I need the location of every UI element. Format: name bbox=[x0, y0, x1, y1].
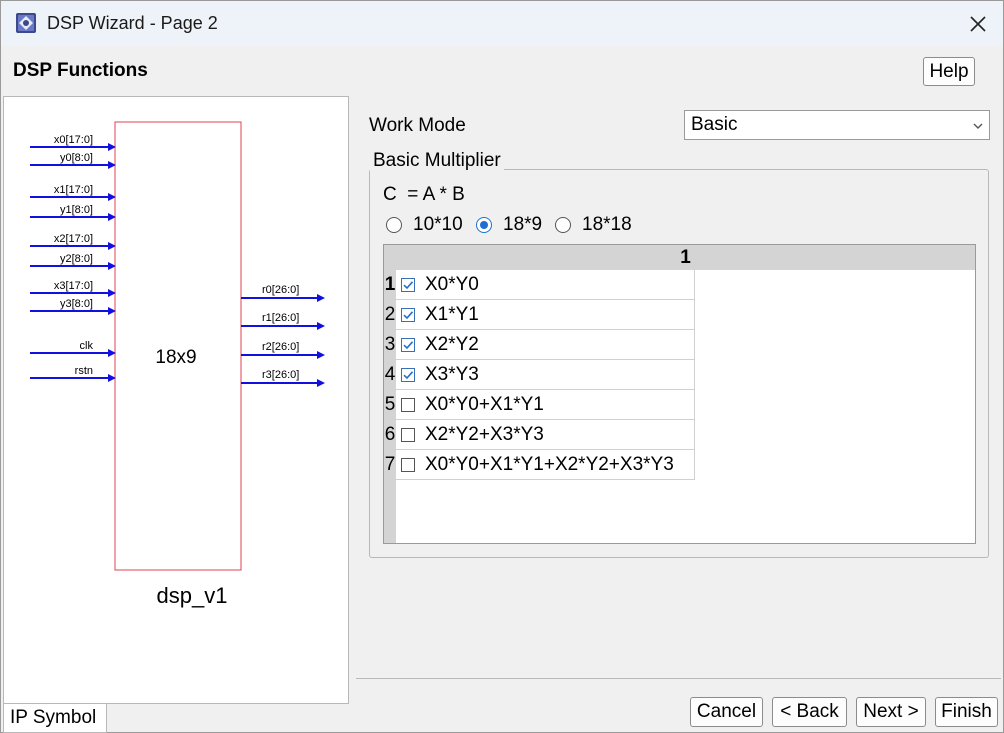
basic-multiplier-legend: Basic Multiplier bbox=[370, 150, 504, 172]
input-pin-label: y2[8:0] bbox=[60, 253, 93, 265]
function-row[interactable]: X3*Y3 bbox=[396, 360, 695, 390]
close-icon bbox=[970, 16, 986, 32]
input-pin-label: x1[17:0] bbox=[54, 184, 93, 196]
radio-18x9[interactable] bbox=[476, 217, 492, 233]
function-label: X2*Y2+X3*Y3 bbox=[425, 424, 544, 445]
radio-18x18-label: 18*18 bbox=[582, 214, 632, 235]
checkmark-icon bbox=[403, 341, 414, 350]
function-label: X3*Y3 bbox=[425, 364, 479, 385]
ip-symbol-diagram: 18x9 dsp_v1 x0[17:0] y0[8:0] x1[17:0] y1[8:… bbox=[30, 121, 325, 608]
ip-symbol-panel: 18x9 dsp_v1 x0[17:0] y0[8:0] x1[17:0] y1[8:… bbox=[3, 96, 349, 704]
input-pin-label: y3[8:0] bbox=[60, 298, 93, 310]
next-button[interactable]: Next > bbox=[856, 697, 926, 727]
row-number: 4 bbox=[384, 364, 396, 385]
dsp-block bbox=[114, 121, 242, 571]
function-row[interactable]: X1*Y1 bbox=[396, 300, 695, 330]
output-pin-arrow bbox=[317, 322, 325, 330]
work-mode-value: Basic bbox=[691, 114, 738, 135]
function-checkbox[interactable] bbox=[401, 308, 415, 322]
footer-separator bbox=[356, 678, 1001, 679]
function-row[interactable]: X0*Y0+X1*Y1 bbox=[396, 390, 695, 420]
output-pin-label: r1[26:0] bbox=[262, 312, 299, 324]
radio-10x10[interactable] bbox=[386, 217, 402, 233]
output-pin-label: r0[26:0] bbox=[262, 284, 299, 296]
row-number: 7 bbox=[384, 454, 396, 475]
checkmark-icon bbox=[403, 371, 414, 380]
function-row[interactable]: X2*Y2+X3*Y3 bbox=[396, 420, 695, 450]
input-pin-label: y0[8:0] bbox=[60, 152, 93, 164]
checkmark-icon bbox=[403, 311, 414, 320]
function-checkbox[interactable] bbox=[401, 278, 415, 292]
chevron-down-icon bbox=[973, 123, 983, 129]
function-label: X1*Y1 bbox=[425, 304, 479, 325]
row-number: 6 bbox=[384, 424, 396, 445]
row-number: 1 bbox=[384, 274, 396, 295]
radio-18x18[interactable] bbox=[555, 217, 571, 233]
function-checkbox[interactable] bbox=[401, 338, 415, 352]
function-row[interactable]: X2*Y2 bbox=[396, 330, 695, 360]
output-pin-label: r2[26:0] bbox=[262, 341, 299, 353]
input-pin-label: y1[8:0] bbox=[60, 204, 93, 216]
close-button[interactable] bbox=[963, 10, 993, 38]
checkmark-icon bbox=[403, 281, 414, 290]
back-button[interactable]: < Back bbox=[772, 697, 847, 727]
input-pin-label: rstn bbox=[75, 365, 93, 377]
output-pin-label: r3[26:0] bbox=[262, 369, 299, 381]
function-row[interactable]: X0*Y0+X1*Y1+X2*Y2+X3*Y3 bbox=[396, 450, 695, 480]
tab-ip-symbol[interactable]: IP Symbol bbox=[3, 704, 107, 733]
instance-name: dsp_v1 bbox=[157, 583, 228, 608]
formula-label: C = A * B bbox=[383, 184, 465, 205]
function-label: X0*Y0 bbox=[425, 274, 479, 295]
help-button[interactable]: Help bbox=[923, 57, 975, 86]
title-bar: DSP Wizard - Page 2 bbox=[1, 1, 1003, 46]
cancel-button[interactable]: Cancel bbox=[690, 697, 763, 727]
function-row[interactable]: X0*Y0 bbox=[396, 270, 695, 300]
function-checkbox[interactable] bbox=[401, 398, 415, 412]
input-pin-label: x2[17:0] bbox=[54, 233, 93, 245]
function-checkbox[interactable] bbox=[401, 458, 415, 472]
input-pin-label: x3[17:0] bbox=[54, 280, 93, 292]
function-label: X2*Y2 bbox=[425, 334, 479, 355]
dsp-app-icon bbox=[16, 13, 36, 33]
row-number: 2 bbox=[384, 304, 396, 325]
table-corner bbox=[384, 245, 396, 270]
output-pin-arrow bbox=[317, 379, 325, 387]
window-title: DSP Wizard - Page 2 bbox=[47, 13, 218, 33]
work-mode-label: Work Mode bbox=[369, 115, 466, 136]
radio-18x9-label: 18*9 bbox=[503, 214, 543, 235]
input-pin-label: clk bbox=[80, 340, 94, 352]
work-mode-select[interactable]: Basic bbox=[684, 110, 990, 140]
function-table: 1 1 X0*Y0 2 X1*Y1 3 X2*Y2 4 X3*Y3 5 X0*Y0+X1*Y1 6 X… bbox=[383, 244, 976, 544]
finish-button[interactable]: Finish bbox=[935, 697, 998, 727]
function-checkbox[interactable] bbox=[401, 368, 415, 382]
row-number: 3 bbox=[384, 334, 396, 355]
output-pin-arrow bbox=[317, 351, 325, 359]
dsp-wizard-window: DSP Wizard - Page 2 DSP Functions Help 1… bbox=[0, 0, 1004, 733]
function-label: X0*Y0+X1*Y1 bbox=[425, 394, 544, 415]
function-label: X0*Y0+X1*Y1+X2*Y2+X3*Y3 bbox=[425, 454, 674, 475]
input-pin-label: x0[17:0] bbox=[54, 134, 93, 146]
block-label: 18x9 bbox=[155, 347, 196, 368]
function-checkbox[interactable] bbox=[401, 428, 415, 442]
page-title: DSP Functions bbox=[13, 60, 148, 81]
table-column-header: 1 bbox=[396, 245, 975, 270]
row-number: 5 bbox=[384, 394, 396, 415]
radio-10x10-label: 10*10 bbox=[413, 214, 463, 235]
output-pin-arrow bbox=[317, 294, 325, 302]
